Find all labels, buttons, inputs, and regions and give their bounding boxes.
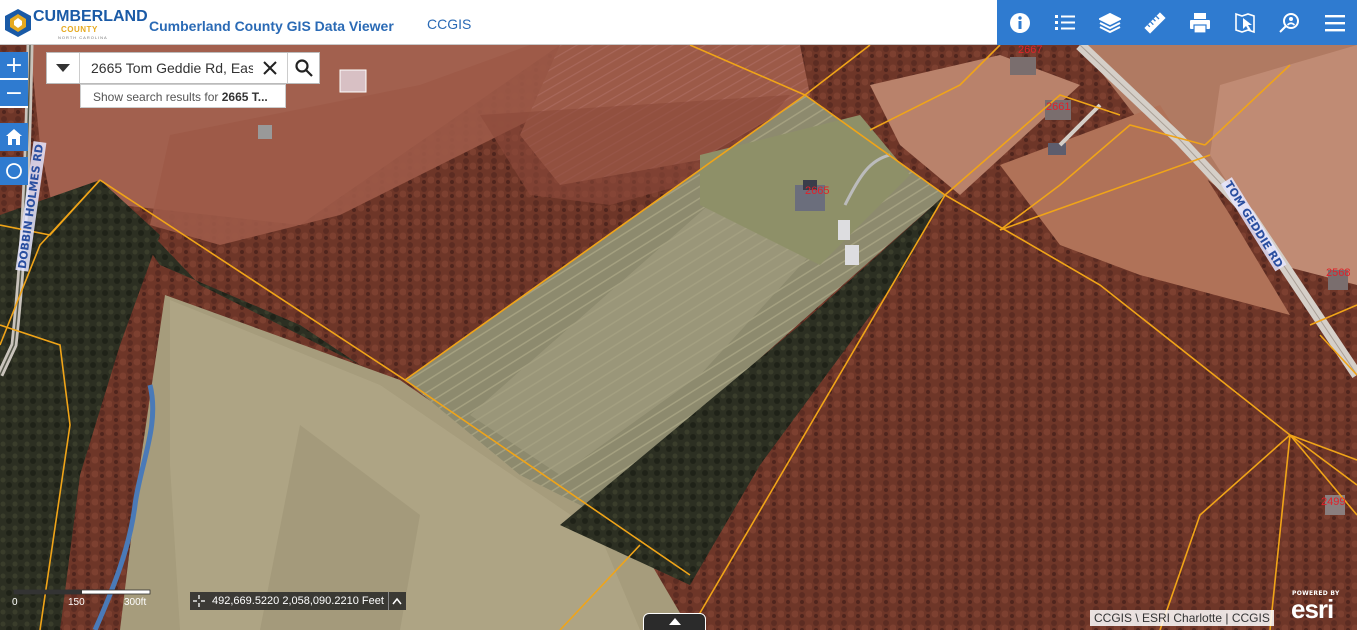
ruler-icon [1143, 11, 1166, 34]
measure-button[interactable] [1132, 0, 1177, 45]
home-button[interactable] [0, 123, 28, 151]
zoom-in-button[interactable]: + [0, 52, 28, 80]
search-input[interactable] [80, 53, 253, 83]
scale-bar: 0 150 300ft [12, 589, 151, 608]
scale-tick: 150 [68, 597, 85, 608]
app-header: CUMBERLAND COUNTY NORTH CAROLINA Cumberl… [0, 0, 1357, 45]
identify-icon [1278, 12, 1299, 33]
crosshair-icon [193, 595, 205, 607]
aerial-imagery [0, 45, 1357, 630]
suggestion-prefix: Show search results for [93, 90, 222, 104]
search-button[interactable] [287, 53, 319, 83]
coordinate-tool-button[interactable] [190, 592, 208, 610]
search-suggestion[interactable]: Show search results for 2665 T... [80, 84, 286, 108]
legend-icon [1054, 14, 1075, 30]
scale-tick: 0 [12, 597, 18, 608]
parcel-number: 2568 [1326, 267, 1351, 279]
search-widget [46, 52, 320, 84]
logo-state: NORTH CAROLINA [58, 35, 108, 40]
parcel-number: 2499 [1321, 496, 1346, 508]
info-button[interactable] [997, 0, 1042, 45]
menu-button[interactable] [1312, 0, 1357, 45]
identify-button[interactable] [1267, 0, 1312, 45]
caret-up-icon [668, 618, 681, 625]
scale-tick: 300ft [124, 597, 146, 608]
coordinate-text: 492,669.5220 2,058,090.2210 Feet [212, 595, 384, 607]
county-logo-icon [5, 9, 31, 37]
select-map-icon [1234, 12, 1255, 33]
locate-button[interactable] [0, 157, 28, 185]
layers-button[interactable] [1087, 0, 1132, 45]
app-title: Cumberland County GIS Data Viewer [149, 18, 394, 34]
main-toolbar [997, 0, 1357, 45]
info-icon [1009, 12, 1030, 33]
bottom-panel-toggle[interactable] [643, 613, 706, 630]
search-icon [294, 59, 313, 77]
zoom-controls: + − [0, 52, 28, 108]
print-button[interactable] [1177, 0, 1222, 45]
suggestion-term: 2665 T... [221, 90, 268, 104]
menu-icon [1324, 14, 1345, 31]
logo-county: COUNTY [61, 25, 98, 34]
layers-icon [1098, 12, 1121, 33]
ccgis-link[interactable]: CCGIS [427, 16, 471, 32]
parcel-number: 2665 [805, 185, 830, 197]
app-window: CUMBERLAND COUNTY NORTH CAROLINA Cumberl… [0, 0, 1357, 630]
locate-icon [6, 163, 22, 179]
esri-logo[interactable]: POWERED BY esri [1288, 590, 1354, 624]
parcel-number: 2661 [1046, 101, 1071, 113]
legend-button[interactable] [1042, 0, 1087, 45]
map-view[interactable]: DOBBIN HOLMES RD TOM GEDDIE RD 2665 2667… [0, 45, 1357, 630]
esri-name: esri [1291, 594, 1334, 624]
map-attribution[interactable]: CCGIS \ ESRI Charlotte | CCGIS [1090, 610, 1274, 626]
search-source-dropdown[interactable] [47, 53, 80, 83]
coordinate-display: 492,669.5220 2,058,090.2210 Feet [190, 592, 406, 610]
zoom-out-button[interactable]: − [0, 80, 28, 108]
search-clear-button[interactable] [253, 53, 287, 83]
logo-text: CUMBERLAND [33, 8, 148, 25]
county-logo[interactable]: CUMBERLAND COUNTY NORTH CAROLINA [3, 6, 148, 42]
home-icon [6, 129, 22, 145]
select-button[interactable] [1222, 0, 1267, 45]
caret-down-icon [56, 64, 70, 72]
close-icon [263, 61, 277, 75]
coordinate-expand-button[interactable] [387, 592, 406, 610]
chevron-up-icon [392, 597, 402, 605]
print-icon [1189, 12, 1210, 34]
parcel-number: 2667 [1018, 45, 1043, 56]
